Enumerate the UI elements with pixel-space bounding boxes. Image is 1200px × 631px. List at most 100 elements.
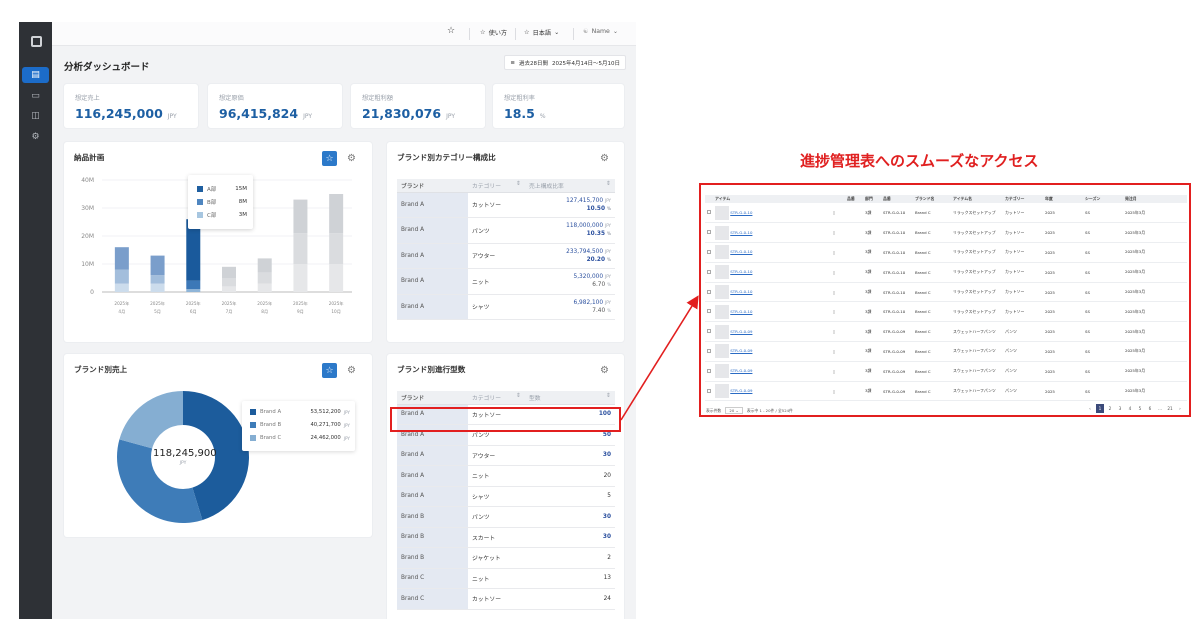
language-select[interactable]: ☆ 日本語 ⌄: [524, 28, 559, 37]
top-bar: ☆ ☆ 使い方 ☆ 日本語 ⌄ ☯ Name ⌄: [52, 22, 636, 46]
y-tick-label: 40M: [81, 177, 94, 184]
bar-A部-0: [114, 247, 129, 270]
favorite-star-icon[interactable]: ☆: [447, 26, 455, 36]
column-header[interactable]: ブランド名: [913, 195, 951, 203]
page-button[interactable]: 2: [1106, 406, 1114, 411]
progress-table-panel: アイテム 品番 部門 品番 ブランド名 アイテム名 カテゴリー 年度 シーズン …: [699, 183, 1191, 417]
table-row[interactable]: STR-G-0-09 ▯ 3課 STR-G-0-09 Brand C スウェットハーフパン…: [705, 381, 1187, 402]
column-header[interactable]: カテゴリー ⇕: [468, 179, 525, 193]
document-icon[interactable]: ◫: [22, 108, 49, 124]
gear-icon[interactable]: ⚙: [344, 363, 359, 378]
sidebar: ▤ ▭ ◫ ⚙: [19, 22, 52, 619]
table-row[interactable]: STR-G-0-10 ▯ 3課 STR-G-0-10 Brand C リラックスセットアッ…: [705, 222, 1187, 244]
donut-unit: JPY: [179, 461, 187, 466]
app-logo-icon[interactable]: [31, 36, 42, 47]
x-tick-label: 2025年: [150, 300, 165, 307]
period-label: 過去28日間: [519, 60, 548, 67]
per-page-select[interactable]: 20 ⌄: [725, 407, 743, 414]
guide-button[interactable]: ☆ 使い方: [480, 28, 507, 37]
y-tick-label: 0: [90, 289, 94, 296]
column-header[interactable]: 品番: [845, 195, 863, 203]
dashboard-app: ☆ ☆ 使い方 ☆ 日本語 ⌄ ☯ Name ⌄ 分析ダッシュボード ≡ 過去28日間 2…: [52, 22, 636, 619]
prev-page-icon[interactable]: ‹: [1086, 406, 1094, 411]
table-row[interactable]: Brand A ニット 20: [397, 465, 615, 487]
dashboard-icon[interactable]: ▤: [22, 67, 49, 83]
table-row[interactable]: STR-G-0-10 ▯ 3課 STR-G-0-10 Brand C リラックスセットアッ…: [705, 301, 1187, 323]
user-menu[interactable]: ☯ Name ⌄: [583, 28, 618, 35]
gear-icon[interactable]: ⚙: [344, 151, 359, 166]
column-header[interactable]: 品番: [881, 195, 913, 203]
y-tick-label: 10M: [81, 261, 94, 268]
table-row[interactable]: STR-G-0-10 ▯ 3課 STR-G-0-10 Brand C リラックスセットアッ…: [705, 262, 1187, 283]
page-button[interactable]: 5: [1136, 406, 1144, 411]
thumbnail: [715, 324, 729, 339]
y-tick-label: 20M: [81, 233, 94, 240]
card-title: ブランド別売上: [74, 365, 128, 374]
table-row[interactable]: Brand A パンツ 118,000,000 JPY 10.35%: [397, 217, 615, 244]
column-header[interactable]: シーズン: [1083, 195, 1123, 203]
thumbnail: [715, 285, 729, 300]
page-button[interactable]: 6: [1146, 406, 1154, 411]
page-button[interactable]: 3: [1116, 406, 1124, 411]
row-checkbox: [707, 249, 711, 254]
chevron-down-icon: ⌄: [554, 29, 560, 36]
column-header[interactable]: カテゴリー ⇕: [468, 391, 525, 405]
table-row[interactable]: Brand A シャツ 5: [397, 486, 615, 507]
page-button[interactable]: 4: [1126, 406, 1134, 411]
kpi-label: 想定原価: [219, 95, 244, 102]
pagination: ‹ 1 2 3 4 5 6... 21 ›: [1086, 404, 1184, 413]
favorite-button[interactable]: ☆: [322, 363, 337, 378]
card-title: 納品計画: [74, 153, 105, 162]
x-tick-label: 2025年: [222, 300, 237, 307]
column-header[interactable]: ブランド: [397, 179, 468, 193]
table-row[interactable]: STR-G-0-10 ▯ 3課 STR-G-0-10 Brand C リラックスセットアッ…: [705, 242, 1187, 263]
table-row[interactable]: Brand B スカート 30: [397, 527, 615, 548]
column-header[interactable]: 発注月: [1123, 195, 1157, 203]
table-row[interactable]: STR-G-0-09 ▯ 3課 STR-G-0-09 Brand C スウェットハーフパン…: [705, 321, 1187, 343]
kpi-label: 想定粗利額: [362, 95, 393, 102]
table-row[interactable]: Brand A カットソー 127,415,700 JPY 10.50%: [397, 192, 615, 218]
gear-icon[interactable]: ⚙: [597, 363, 612, 378]
column-header[interactable]: 年度: [1043, 195, 1083, 203]
table-row[interactable]: Brand B ジャケット 2: [397, 547, 615, 569]
table-row[interactable]: Brand B パンツ 30: [397, 506, 615, 528]
favorite-button[interactable]: ☆: [322, 151, 337, 166]
table-row[interactable]: Brand A ニット 5,320,000 JPY 6.70%: [397, 268, 615, 295]
table-row[interactable]: STR-G-0-10 ▯ 3課 STR-G-0-10 Brand C リラックスセットアッ…: [705, 282, 1187, 303]
period-filter[interactable]: ≡ 過去28日間 2025年4月14日〜5月10日: [504, 55, 626, 70]
page-button[interactable]: 21: [1166, 406, 1174, 411]
table-row[interactable]: Brand A アウター 233,794,500 JPY 20.20%: [397, 243, 615, 269]
delivery-plan-card: 納品計画 ☆ ⚙ 0 10M 20M 30M 40M 2025年 4月 2025年 5月 2025…: [64, 142, 372, 342]
chart-icon[interactable]: ▭: [22, 88, 49, 104]
table-row[interactable]: Brand C カットソー 24: [397, 588, 615, 610]
page-button[interactable]: ...: [1156, 406, 1164, 411]
column-header[interactable]: カテゴリー: [1003, 195, 1043, 203]
table-row[interactable]: STR-G-0-09 ▯ 3課 STR-G-0-09 Brand C スウェットハーフパン…: [705, 341, 1187, 362]
y-tick-label: 30M: [81, 205, 94, 212]
user-name: Name: [591, 28, 610, 35]
x-tick-label: 2025年: [293, 300, 308, 307]
settings-icon[interactable]: ⚙: [22, 129, 49, 145]
legend-item: Brand A 53,512,200 JPY: [250, 409, 350, 415]
page-button[interactable]: 1: [1096, 404, 1104, 413]
row-checkbox: [707, 329, 711, 334]
table-row[interactable]: Brand A シャツ 6,982,100 JPY 7.40%: [397, 294, 615, 320]
x-tick-label: 9月: [297, 309, 304, 315]
star-icon: ☆: [524, 29, 530, 36]
bar-A部-1: [150, 255, 165, 276]
table-row[interactable]: Brand C ニット 13: [397, 568, 615, 589]
table-row[interactable]: STR-G-0-09 ▯ 3課 STR-G-0-09 Brand C スウェットハーフパン…: [705, 361, 1187, 382]
column-header[interactable]: アイテム: [713, 195, 831, 203]
next-page-icon[interactable]: ›: [1176, 406, 1184, 411]
thumbnail: [715, 364, 729, 379]
column-header[interactable]: ブランド: [397, 391, 468, 405]
table-row[interactable]: Brand A アウター 30: [397, 445, 615, 466]
column-header[interactable]: 部門: [863, 195, 881, 203]
column-header[interactable]: 型数 ⇕: [525, 391, 615, 405]
column-header[interactable]: アイテム名: [951, 195, 1003, 203]
brand-category-card: ブランド別カテゴリー構成比 ⚙ ブランド カテゴリー ⇕ 売上構成比率 ⇕ Br…: [387, 142, 624, 342]
column-header[interactable]: 売上構成比率 ⇕: [525, 179, 615, 193]
gear-icon[interactable]: ⚙: [597, 151, 612, 166]
table-row[interactable]: STR-G-0-10 ▯ 3課 STR-G-0-10 Brand C リラックスセットアッ…: [705, 203, 1187, 224]
row-checkbox: [707, 210, 711, 215]
